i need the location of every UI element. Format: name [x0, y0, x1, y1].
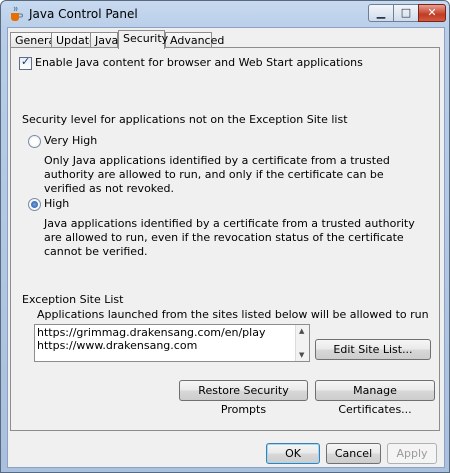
- enable-java-label[interactable]: Enable Java content for browser and Web …: [35, 56, 363, 69]
- restore-security-prompts-button[interactable]: Restore Security Prompts: [179, 380, 308, 416]
- tab-update[interactable]: Update: [51, 32, 96, 48]
- window-title: Java Control Panel: [29, 7, 138, 21]
- tab-label: Security: [123, 32, 169, 45]
- radio-high-label[interactable]: High: [44, 197, 69, 210]
- checkmark-icon: ✓: [21, 55, 31, 68]
- security-level-heading: Security level for applications not on t…: [22, 113, 348, 126]
- ok-button[interactable]: OK: [266, 443, 320, 464]
- exception-site-heading: Exception Site List: [22, 293, 124, 306]
- list-item[interactable]: https://www.drakensang.com: [37, 339, 197, 352]
- high-description: Java applications identified by a certif…: [44, 217, 415, 258]
- minimize-icon: ▁: [376, 6, 386, 19]
- radio-very-high-label[interactable]: Very High: [44, 134, 97, 147]
- tab-java[interactable]: Java: [90, 32, 118, 48]
- security-panel: ✓ Enable Java content for browser and We…: [10, 47, 440, 431]
- manage-certificates-button[interactable]: Manage Certificates...: [315, 380, 435, 416]
- close-button[interactable]: ✕: [418, 4, 446, 22]
- tab-label: Java: [95, 34, 119, 47]
- tab-label: Advanced: [170, 34, 225, 47]
- close-icon: ✕: [427, 6, 437, 19]
- minimize-button[interactable]: ▁: [368, 4, 394, 22]
- radio-very-high[interactable]: [28, 135, 41, 148]
- edit-site-list-button[interactable]: Edit Site List...: [315, 339, 431, 360]
- list-item[interactable]: https://grimmag.drakensang.com/en/play: [37, 326, 265, 339]
- list-scrollbar[interactable]: ▲ ▼: [295, 325, 309, 361]
- tab-security[interactable]: Security: [118, 30, 169, 49]
- enable-java-checkbox[interactable]: ✓: [19, 55, 32, 70]
- title-bar[interactable]: Java Control Panel ▁ □ ✕: [1, 1, 449, 27]
- radio-high[interactable]: [28, 198, 41, 211]
- cancel-button[interactable]: Cancel: [326, 443, 381, 464]
- very-high-description: Only Java applications identified by a c…: [44, 154, 390, 195]
- java-control-panel-window: Java Control Panel ▁ □ ✕ General Update …: [0, 0, 450, 473]
- apply-button[interactable]: Apply: [387, 443, 437, 464]
- maximize-icon: □: [400, 6, 412, 19]
- client-area: General Update Java Security Advanced ✓ …: [7, 27, 445, 468]
- tab-general[interactable]: General: [10, 32, 58, 48]
- exception-site-list[interactable]: https://grimmag.drakensang.com/en/play h…: [34, 324, 310, 362]
- scroll-up-icon[interactable]: ▲: [299, 327, 304, 335]
- maximize-button[interactable]: □: [393, 4, 419, 22]
- scroll-down-icon[interactable]: ▼: [299, 351, 304, 359]
- tab-advanced[interactable]: Advanced: [165, 32, 224, 48]
- radio-selected-dot: [31, 201, 38, 208]
- java-cup-icon: [9, 6, 23, 22]
